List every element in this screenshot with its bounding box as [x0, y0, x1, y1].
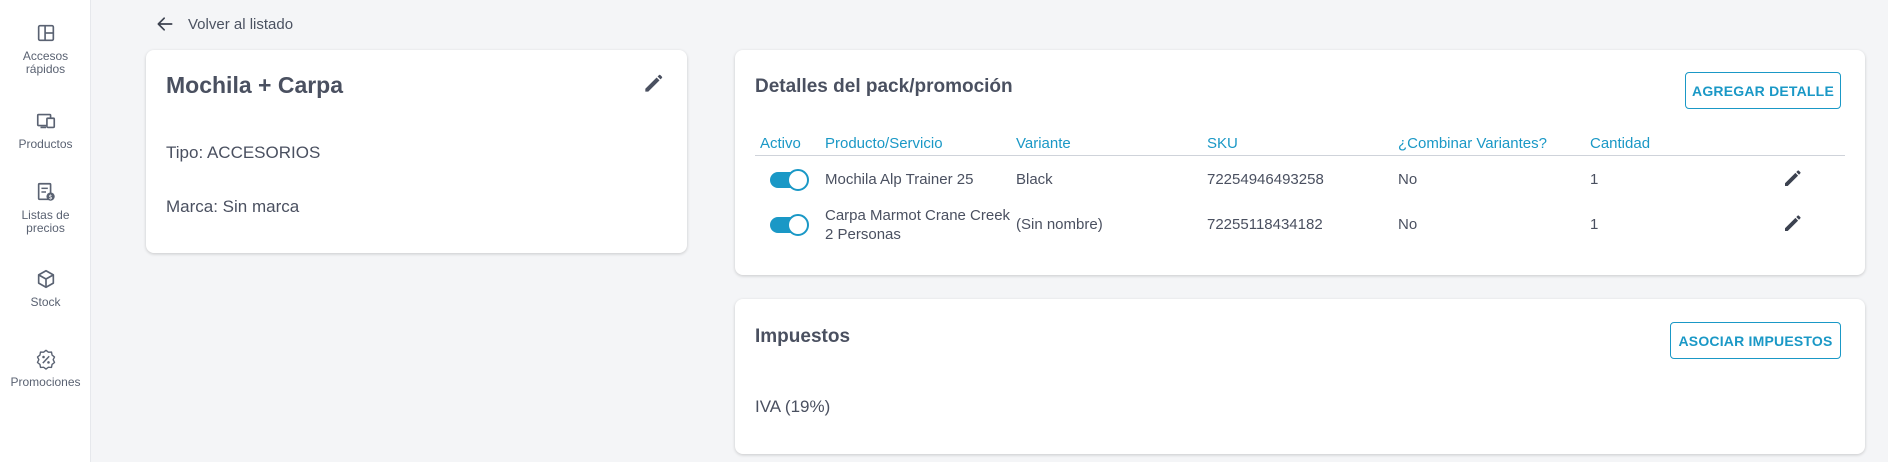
add-detail-button[interactable]: AGREGAR DETALLE — [1685, 72, 1841, 109]
pack-details-card: Detalles del pack/promoción AGREGAR DETA… — [735, 50, 1865, 275]
column-header-activo: Activo — [760, 135, 801, 152]
product-card: Mochila + Carpa Tipo: ACCESORIOS Marca: … — [146, 50, 687, 253]
active-toggle[interactable] — [770, 169, 809, 191]
row-quantity: 1 — [1590, 216, 1599, 233]
cube-icon — [37, 269, 54, 289]
sidebar-item-label: rápidos — [25, 62, 66, 76]
sidebar-item-accesos-rapidos[interactable]: Accesos rápidos — [0, 22, 91, 76]
edit-row-icon[interactable] — [1781, 211, 1805, 235]
price-list-icon: $ — [37, 182, 55, 201]
column-header-sku: SKU — [1207, 135, 1238, 152]
sidebar: Accesos rápidos Productos $ Listas de pr… — [0, 0, 91, 462]
back-link-label: Volver al listado — [188, 15, 294, 33]
product-title: Mochila + Carpa — [166, 72, 344, 98]
row-quantity: 1 — [1590, 171, 1599, 188]
dashboard-icon — [37, 24, 54, 42]
row-product: Carpa Marmot Crane Creek — [825, 207, 1011, 224]
sidebar-item-productos[interactable]: Productos — [0, 110, 91, 151]
sidebar-item-label: Stock — [30, 295, 61, 309]
sidebar-item-label: precios — [26, 221, 65, 235]
taxes-card: Impuestos ASOCIAR IMPUESTOS IVA (19%) — [735, 299, 1865, 454]
sidebar-item-stock[interactable]: Stock — [0, 268, 91, 309]
row-sku: 72255118434182 — [1207, 216, 1323, 233]
sidebar-item-label: Productos — [18, 137, 73, 151]
back-to-list-link[interactable]: Volver al listado — [155, 14, 293, 34]
associate-taxes-button[interactable]: ASOCIAR IMPUESTOS — [1670, 322, 1841, 359]
row-product: Mochila Alp Trainer 25 — [825, 171, 974, 188]
arrow-left-icon — [157, 17, 173, 31]
row-variant: (Sin nombre) — [1016, 216, 1103, 233]
pack-details-title: Detalles del pack/promoción — [755, 76, 1013, 97]
tax-item: IVA (19%) — [755, 397, 831, 416]
row-product-line2: 2 Personas — [825, 226, 901, 243]
column-header-variante: Variante — [1016, 135, 1071, 152]
sidebar-item-label: Promociones — [10, 375, 81, 389]
row-combine-variants: No — [1398, 171, 1418, 188]
product-type: Tipo: ACCESORIOS — [166, 143, 321, 162]
sidebar-item-promociones[interactable]: Promociones — [0, 348, 91, 389]
column-header-cantidad: Cantidad — [1590, 135, 1651, 152]
svg-text:$: $ — [48, 193, 52, 201]
edit-row-icon[interactable] — [1781, 166, 1805, 190]
row-sku: 72254946493258 — [1207, 171, 1324, 188]
row-combine-variants: No — [1398, 216, 1418, 233]
active-toggle[interactable] — [770, 214, 809, 236]
row-variant: Black — [1016, 171, 1053, 188]
edit-product-icon[interactable] — [641, 70, 667, 96]
product-brand: Marca: Sin marca — [166, 197, 300, 216]
discount-icon — [36, 349, 55, 370]
sidebar-item-listas-de-precios[interactable]: $ Listas de precios — [0, 181, 91, 235]
taxes-title: Impuestos — [755, 326, 851, 347]
table-header-divider — [755, 155, 1845, 156]
devices-icon — [36, 113, 55, 129]
column-header-producto: Producto/Servicio — [825, 135, 943, 152]
column-header-combinar-variantes: ¿Combinar Variantes? — [1398, 135, 1547, 152]
